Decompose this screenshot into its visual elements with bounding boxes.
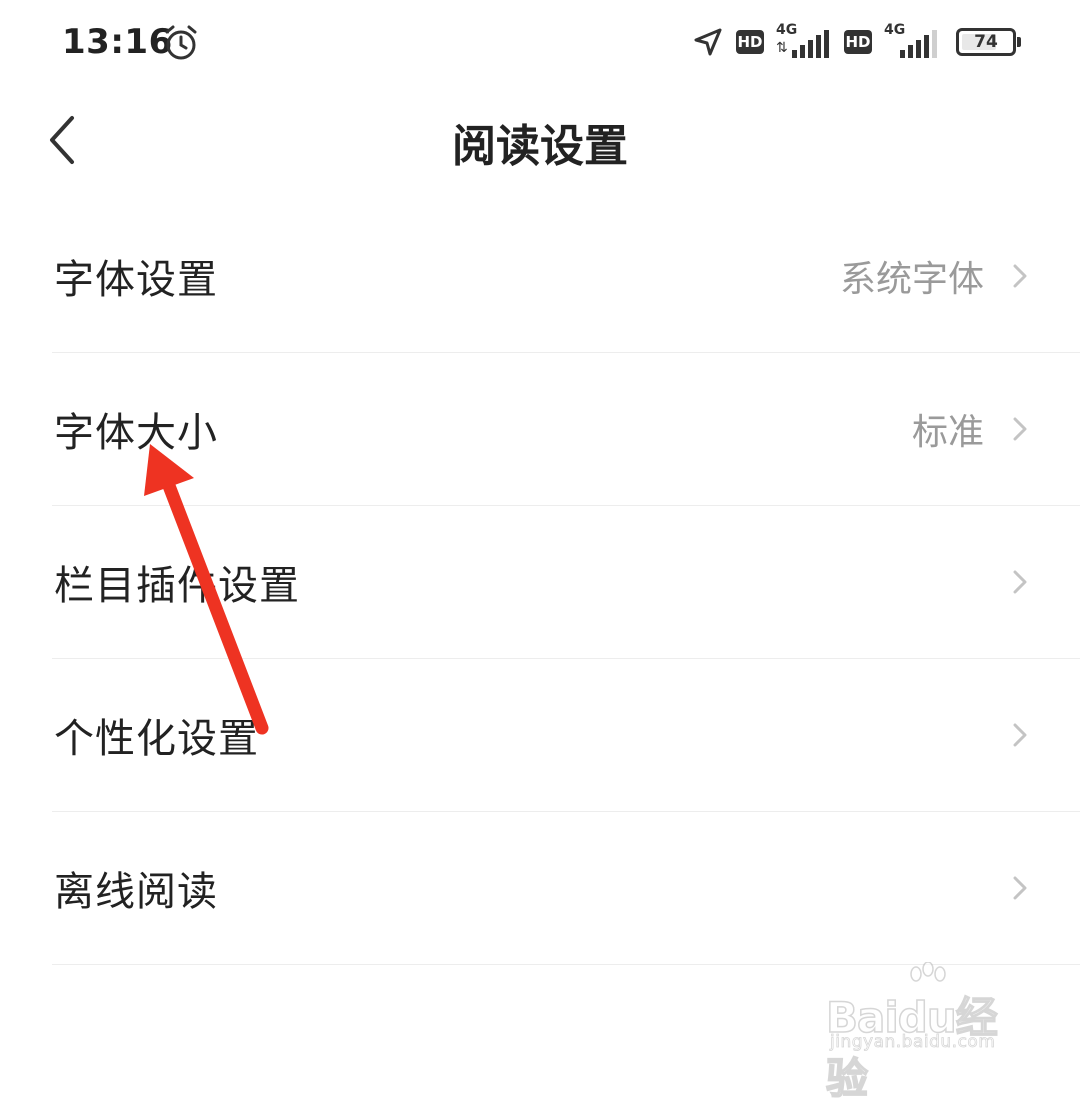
baidu-watermark: Baidu经验 jingyan.baidu.com (825, 962, 1026, 1104)
signal-icon (900, 30, 937, 58)
chevron-right-icon (1013, 264, 1027, 288)
network-signal-1: 4G ⇅ (776, 22, 832, 62)
alarm-icon (165, 25, 197, 60)
settings-item-value: 标准 (911, 412, 984, 453)
status-bar: 13:16 HD 4G ⇅ HD 4G 74 (0, 0, 1080, 86)
settings-list: 字体设置 系统字体 字体大小 标准 栏目插件设置 个性化设置 离线阅读 (52, 200, 1080, 965)
signal-icon (792, 30, 829, 58)
chevron-right-icon (1013, 723, 1027, 747)
location-icon (694, 28, 722, 56)
network-signal-2: 4G (884, 22, 940, 62)
settings-item-column-plugin[interactable]: 栏目插件设置 (52, 506, 1080, 659)
settings-item-label: 字体大小 (54, 410, 218, 456)
chevron-right-icon (1013, 417, 1027, 441)
battery-icon: 74 (956, 28, 1021, 56)
chevron-right-icon (1013, 570, 1027, 594)
settings-item-label: 栏目插件设置 (54, 563, 300, 609)
settings-item-font-size[interactable]: 字体大小 标准 (52, 353, 1080, 506)
hd-icon: HD (736, 30, 764, 54)
page-title: 阅读设置 (452, 121, 628, 172)
battery-level: 74 (974, 32, 998, 52)
status-icons: HD 4G ⇅ HD 4G 74 (692, 22, 1021, 62)
data-arrows-icon: ⇅ (776, 40, 788, 56)
settings-item-offline-reading[interactable]: 离线阅读 (52, 812, 1080, 965)
hd-icon: HD (844, 30, 872, 54)
battery-tip (1017, 37, 1021, 47)
settings-item-label: 离线阅读 (54, 869, 218, 915)
watermark-url: jingyan.baidu.com (830, 1032, 996, 1053)
settings-item-label: 个性化设置 (54, 716, 259, 762)
header: 阅读设置 (0, 96, 1080, 180)
settings-item-font-setting[interactable]: 字体设置 系统字体 (52, 200, 1080, 353)
chevron-right-icon (1013, 876, 1027, 900)
settings-item-value: 系统字体 (839, 259, 984, 300)
settings-item-label: 字体设置 (54, 257, 218, 303)
status-time: 13:16 (62, 22, 173, 62)
settings-item-personalization[interactable]: 个性化设置 (52, 659, 1080, 812)
